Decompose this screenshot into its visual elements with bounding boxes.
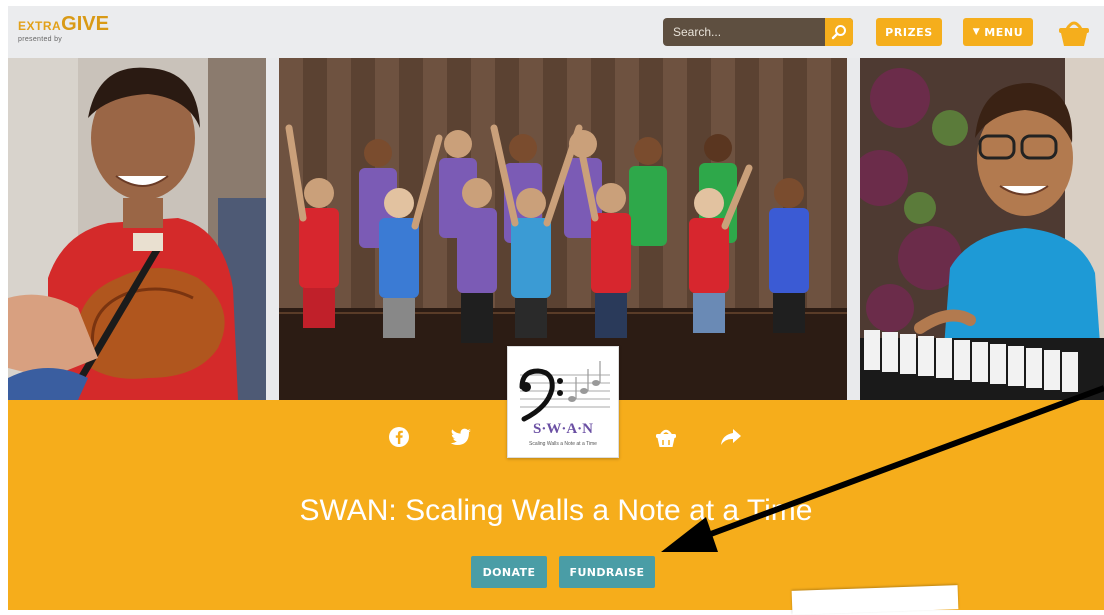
swan-logo-badge: S·W·A·N Scaling Walls a Note at a Time xyxy=(507,346,619,458)
site-header: EXTRAGIVE presented by PRIZES ▼MENU xyxy=(8,6,1104,58)
twitter-share[interactable] xyxy=(448,424,474,450)
basket-icon xyxy=(656,429,676,447)
paper-scrap xyxy=(791,585,959,615)
menu-label: MENU xyxy=(984,25,1024,39)
basket-share[interactable] xyxy=(653,424,679,450)
twitter-icon xyxy=(450,428,471,445)
donate-button[interactable]: DONATE xyxy=(471,556,547,588)
share-icon xyxy=(721,429,741,445)
photo-girl-violin xyxy=(8,58,266,400)
share-button[interactable] xyxy=(718,424,744,450)
photo-boy-piano xyxy=(860,58,1104,400)
menu-arrow-icon: ▼ xyxy=(972,27,981,37)
badge-caption: Scaling Walls a Note at a Time xyxy=(529,441,597,447)
facebook-icon xyxy=(389,427,409,447)
page-frame: EXTRAGIVE presented by PRIZES ▼MENU xyxy=(8,6,1104,610)
badge-swan-text: S·W·A·N xyxy=(532,421,593,437)
fundraise-button[interactable]: FUNDRAISE xyxy=(559,556,655,588)
search-icon xyxy=(831,25,846,40)
extragive-logo[interactable]: EXTRAGIVE presented by xyxy=(18,14,109,43)
search-button[interactable] xyxy=(825,18,853,46)
menu-button[interactable]: ▼ MENU xyxy=(963,18,1033,46)
logo-subtitle: presented by xyxy=(18,36,63,43)
campaign-title: SWAN: Scaling Walls a Note at a Time xyxy=(299,494,813,527)
search-box xyxy=(663,18,853,46)
logo-give-text: GIVE xyxy=(61,13,109,35)
logo-extra-text: EXTRA xyxy=(18,19,62,33)
prizes-button[interactable]: PRIZES xyxy=(876,18,942,46)
cart-basket-icon[interactable] xyxy=(1057,16,1091,48)
search-input[interactable] xyxy=(663,18,813,46)
facebook-share[interactable] xyxy=(386,424,412,450)
